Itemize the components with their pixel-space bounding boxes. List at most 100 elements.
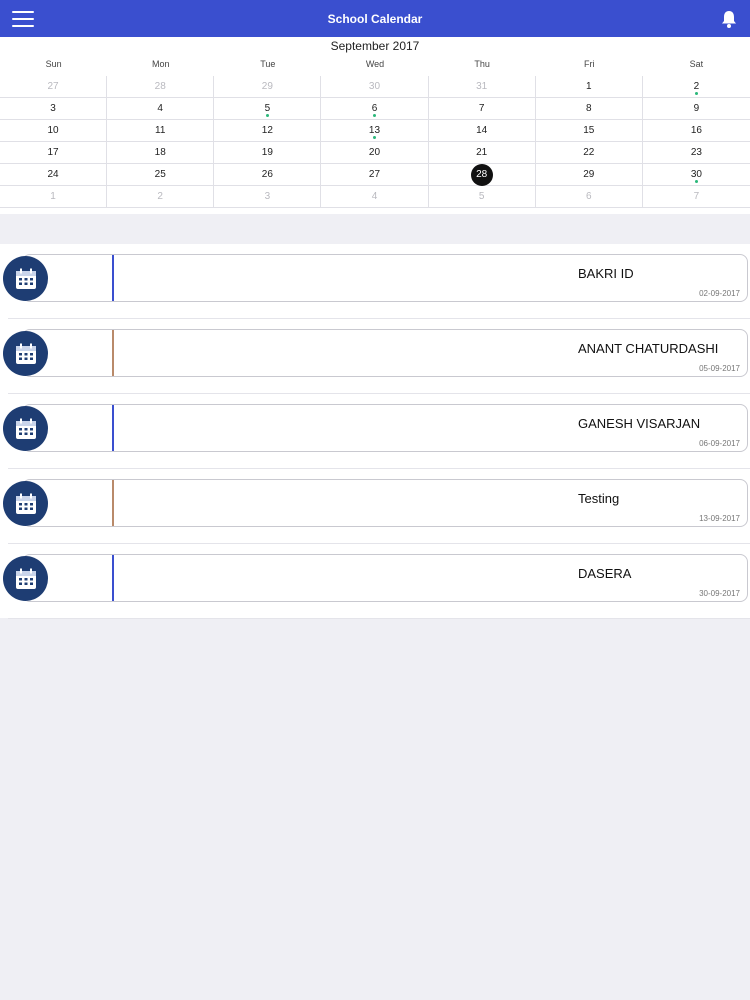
calendar-day[interactable]: 31 bbox=[428, 76, 536, 98]
event-indicator-dot bbox=[694, 180, 698, 183]
event-date: 30-09-2017 bbox=[699, 589, 740, 598]
calendar-day[interactable]: 3 bbox=[214, 186, 322, 208]
calendar-day[interactable]: 28 bbox=[107, 76, 215, 98]
calendar-day-number: 5 bbox=[478, 191, 485, 202]
app-header: School Calendar bbox=[0, 0, 750, 37]
hamburger-menu-icon[interactable] bbox=[10, 9, 36, 29]
event-card[interactable] bbox=[22, 554, 748, 602]
calendar-day-number: 29 bbox=[261, 81, 273, 92]
calendar-day-number: 15 bbox=[583, 125, 595, 136]
calendar-icon bbox=[3, 406, 48, 451]
event-list-item[interactable]: BAKRI ID 02-09-2017 bbox=[0, 244, 750, 319]
event-list-item[interactable]: GANESH VISARJAN 06-09-2017 bbox=[0, 394, 750, 469]
calendar-day[interactable]: 26 bbox=[214, 164, 322, 186]
calendar-day-number: 30 bbox=[690, 169, 702, 180]
calendar-day-number: 14 bbox=[476, 125, 488, 136]
calendar-day[interactable]: 7 bbox=[428, 98, 536, 120]
calendar-day[interactable]: 10 bbox=[0, 120, 108, 142]
calendar-day[interactable]: 3 bbox=[0, 98, 108, 120]
calendar-day[interactable]: 1 bbox=[0, 186, 108, 208]
calendar-day-number: 1 bbox=[585, 81, 592, 92]
divider bbox=[8, 618, 750, 619]
weekday-label: Wed bbox=[365, 59, 385, 69]
calendar-day-number: 6 bbox=[371, 103, 378, 114]
calendar-day[interactable]: 6 bbox=[321, 98, 429, 120]
calendar-day[interactable]: 17 bbox=[0, 142, 108, 164]
calendar-day-number: 27 bbox=[368, 169, 381, 180]
bell-icon[interactable] bbox=[720, 9, 738, 29]
calendar-day-number: 3 bbox=[264, 191, 271, 202]
calendar-icon bbox=[3, 256, 48, 301]
calendar-day[interactable]: 24 bbox=[0, 164, 108, 186]
event-indicator-dot bbox=[694, 92, 698, 95]
calendar-day[interactable]: 18 bbox=[107, 142, 215, 164]
event-accent-bar bbox=[112, 480, 114, 526]
calendar-day-number: 4 bbox=[157, 103, 163, 114]
calendar-day[interactable]: 29 bbox=[214, 76, 322, 98]
calendar-day[interactable]: 30 bbox=[321, 76, 429, 98]
calendar-day[interactable]: 2 bbox=[107, 186, 215, 208]
event-card[interactable] bbox=[22, 479, 748, 527]
calendar-day[interactable]: 11 bbox=[107, 120, 215, 142]
calendar-day[interactable]: 2 bbox=[642, 76, 750, 98]
calendar-day-number: 16 bbox=[690, 125, 702, 136]
calendar-day-number: 11 bbox=[155, 125, 166, 136]
event-indicator-dot bbox=[265, 114, 269, 117]
calendar-day-today[interactable]: 28 bbox=[428, 163, 536, 186]
weekday-label: Fri bbox=[584, 59, 595, 69]
calendar-day[interactable]: 9 bbox=[642, 98, 750, 120]
calendar-day[interactable]: 4 bbox=[321, 186, 429, 208]
calendar-icon bbox=[3, 481, 48, 526]
calendar-day[interactable]: 22 bbox=[535, 142, 643, 164]
event-accent-bar bbox=[112, 405, 114, 451]
calendar-day-number: 25 bbox=[154, 169, 166, 180]
calendar-day-number: 5 bbox=[264, 103, 271, 114]
calendar-day-number: 12 bbox=[261, 125, 273, 136]
event-date: 02-09-2017 bbox=[699, 289, 740, 298]
calendar-day[interactable]: 16 bbox=[642, 120, 750, 142]
event-name: BAKRI ID bbox=[578, 266, 634, 281]
calendar-day[interactable]: 27 bbox=[321, 164, 429, 186]
calendar-day[interactable]: 29 bbox=[535, 164, 643, 186]
calendar-icon bbox=[3, 331, 48, 376]
calendar-day[interactable]: 23 bbox=[642, 142, 750, 164]
calendar-day[interactable]: 21 bbox=[428, 142, 536, 164]
event-name: Testing bbox=[578, 491, 620, 506]
page-title: School Calendar bbox=[327, 11, 423, 26]
calendar-day[interactable]: 13 bbox=[321, 120, 429, 142]
calendar-day[interactable]: 25 bbox=[107, 164, 215, 186]
calendar-day-number: 20 bbox=[368, 147, 381, 158]
calendar-day-number: 22 bbox=[583, 147, 595, 158]
calendar-day[interactable]: 20 bbox=[321, 142, 429, 164]
calendar-day[interactable]: 30 bbox=[642, 164, 750, 186]
event-list-item[interactable]: ANANT CHATURDASHI 05-09-2017 bbox=[0, 319, 750, 394]
event-list-item[interactable]: DASERA 30-09-2017 bbox=[0, 544, 750, 619]
calendar-day[interactable]: 8 bbox=[535, 98, 643, 120]
calendar-day-number: 19 bbox=[261, 147, 273, 158]
calendar-day-number: 7 bbox=[478, 103, 485, 114]
calendar-day-number: 13 bbox=[368, 125, 381, 136]
calendar-day[interactable]: 1 bbox=[535, 76, 643, 98]
event-name: GANESH VISARJAN bbox=[578, 416, 701, 431]
calendar-day[interactable]: 27 bbox=[0, 76, 108, 98]
calendar-day[interactable]: 12 bbox=[214, 120, 322, 142]
event-card[interactable] bbox=[22, 254, 748, 302]
calendar-day[interactable]: 19 bbox=[214, 142, 322, 164]
calendar-day-number: 31 bbox=[476, 81, 488, 92]
calendar-day[interactable]: 15 bbox=[535, 120, 643, 142]
calendar-day-number: 4 bbox=[371, 191, 378, 202]
weekday-label: Thu bbox=[474, 59, 490, 69]
calendar-day-number: 30 bbox=[368, 81, 381, 92]
calendar-day[interactable]: 5 bbox=[428, 186, 536, 208]
calendar-day[interactable]: 6 bbox=[535, 186, 643, 208]
calendar-day[interactable]: 14 bbox=[428, 120, 536, 142]
calendar-day[interactable]: 5 bbox=[214, 98, 322, 120]
calendar-day[interactable]: 4 bbox=[107, 98, 215, 120]
calendar-day-number: 3 bbox=[50, 103, 56, 114]
weekday-label: Sun bbox=[45, 59, 62, 69]
calendar-day-number: 17 bbox=[47, 147, 59, 158]
calendar-day-number: 9 bbox=[693, 103, 700, 114]
event-list-item[interactable]: Testing 13-09-2017 bbox=[0, 469, 750, 544]
calendar-day[interactable]: 7 bbox=[642, 186, 750, 208]
weekday-header: Sun Mon Tue Wed Thu Fri Sat bbox=[0, 59, 750, 73]
